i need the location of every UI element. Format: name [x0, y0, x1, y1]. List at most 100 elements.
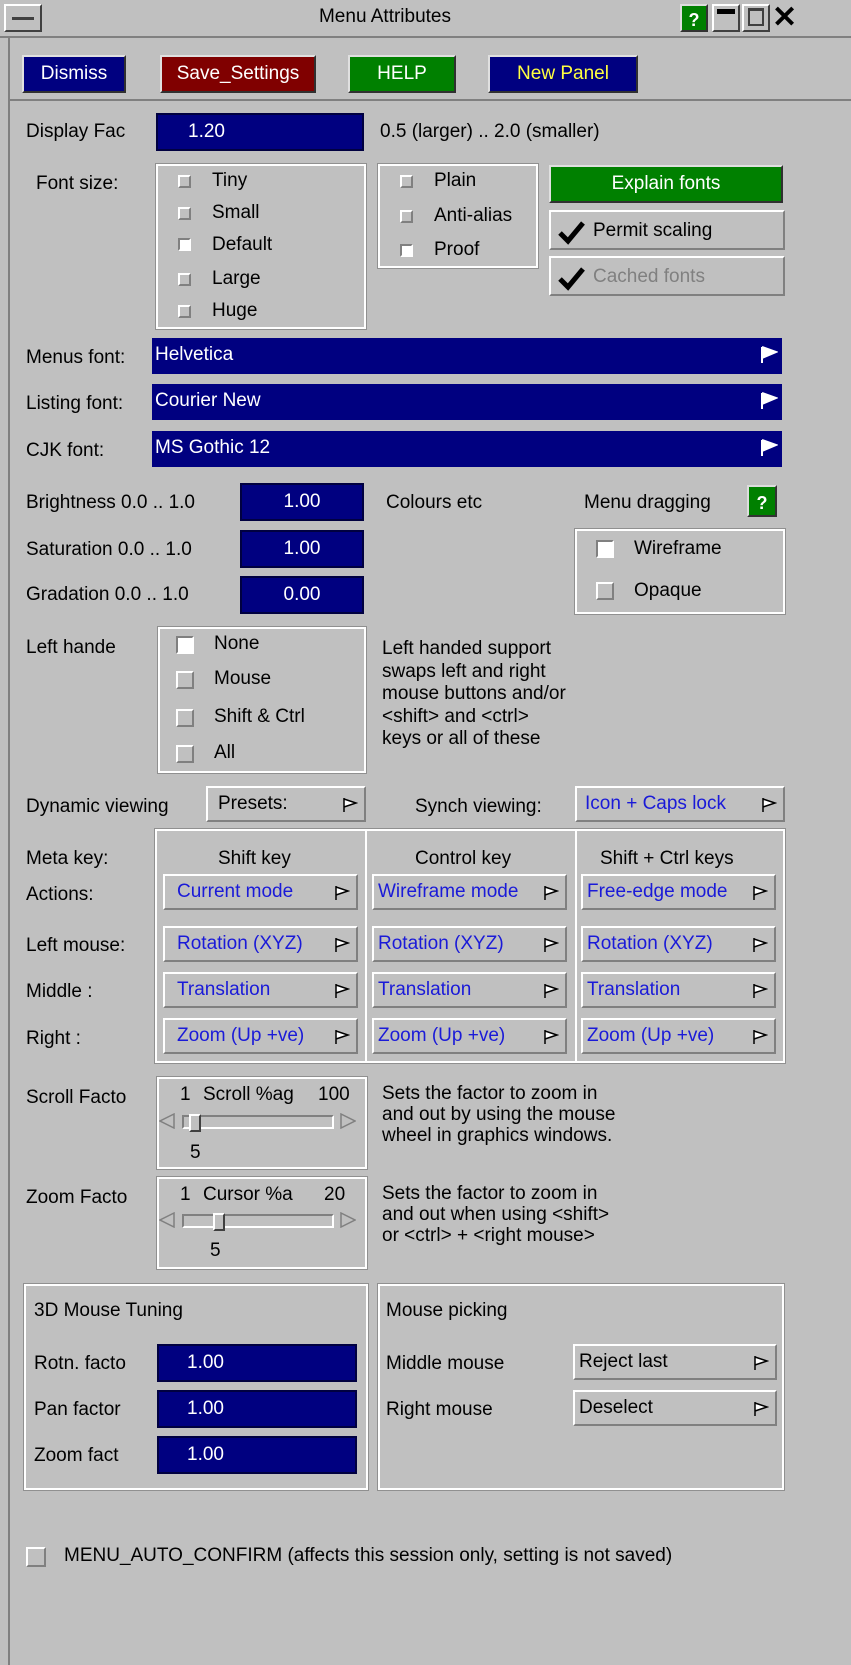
plain-checkbox[interactable]	[400, 175, 413, 188]
column-header-shift: Shift key	[218, 848, 291, 869]
meta-action-selector[interactable]: Translation	[581, 972, 776, 1008]
rotation-factor-label: Rotn. facto	[34, 1353, 126, 1374]
cjk-font-selector[interactable]: MS Gothic 12	[152, 431, 782, 467]
flag-arrow-icon	[753, 984, 768, 998]
anti-alias-checkbox[interactable]	[400, 210, 413, 223]
cached-fonts-label: Cached fonts	[593, 266, 705, 287]
minimize-button[interactable]	[712, 4, 740, 32]
left-mouse-checkbox[interactable]	[176, 671, 194, 689]
close-button[interactable]: ✕	[772, 3, 802, 33]
render-option: Plain	[434, 170, 477, 191]
saturation-input[interactable]: 1.00	[240, 530, 364, 568]
brightness-label: Brightness 0.0 .. 1.0	[26, 492, 195, 513]
brightness-input[interactable]: 1.00	[240, 483, 364, 521]
wireframe-checkbox[interactable]	[596, 540, 614, 558]
meta-action-selector[interactable]: Zoom (Up +ve)	[163, 1018, 358, 1054]
pan-factor-input[interactable]: 1.00	[157, 1390, 357, 1428]
meta-action-selector[interactable]: Zoom (Up +ve)	[372, 1018, 567, 1054]
column-header-shift-ctrl: Shift + Ctrl keys	[600, 848, 734, 869]
font-size-option: Huge	[212, 300, 258, 321]
dismiss-button[interactable]: Dismiss	[22, 55, 126, 93]
slider-thumb[interactable]	[189, 1114, 201, 1132]
meta-action-selector[interactable]: Zoom (Up +ve)	[581, 1018, 776, 1054]
meta-action-selector[interactable]: Translation	[163, 972, 358, 1008]
font-size-default-checkbox[interactable]	[178, 238, 191, 251]
meta-action-selector[interactable]: Current mode	[163, 874, 358, 910]
font-size-option: Small	[212, 202, 260, 223]
colours-note: Colours etc	[386, 492, 483, 513]
right-mouse-selector[interactable]: Deselect	[573, 1390, 777, 1426]
left-all-checkbox[interactable]	[176, 745, 194, 763]
font-size-tiny-checkbox[interactable]	[178, 175, 191, 188]
scroll-factor-slider[interactable]	[182, 1114, 334, 1132]
font-size-huge-checkbox[interactable]	[178, 305, 191, 318]
column-header-control: Control key	[415, 848, 512, 869]
dynamic-viewing-value: Presets:	[218, 793, 288, 814]
slider-left-arrow-icon[interactable]	[159, 1113, 175, 1129]
meta-action-value: Translation	[587, 979, 681, 1000]
meta-action-selector[interactable]: Free-edge mode	[581, 874, 776, 910]
gradation-input[interactable]: 0.00	[240, 576, 364, 614]
middle-mouse-selector[interactable]: Reject last	[573, 1344, 777, 1380]
left-option: All	[214, 742, 236, 763]
explain-fonts-button[interactable]: Explain fonts	[549, 165, 783, 203]
dynamic-viewing-selector[interactable]: Presets:	[206, 786, 366, 822]
display-factor-hint: 0.5 (larger) .. 2.0 (smaller)	[380, 121, 600, 142]
flag-arrow-icon	[761, 392, 778, 409]
listing-font-selector[interactable]: Courier New	[152, 384, 782, 420]
meta-action-value: Zoom (Up +ve)	[587, 1025, 715, 1046]
left-none-checkbox[interactable]	[176, 636, 194, 654]
slider-right-arrow-icon[interactable]	[340, 1113, 356, 1129]
slider-right-arrow-icon[interactable]	[340, 1212, 356, 1228]
zoom-value: 5	[210, 1240, 221, 1261]
meta-action-selector[interactable]: Rotation (XYZ)	[372, 926, 567, 962]
display-factor-input[interactable]: 1.20	[156, 113, 364, 151]
meta-action-selector[interactable]: Translation	[372, 972, 567, 1008]
permit-scaling-label: Permit scaling	[593, 220, 713, 241]
flag-arrow-icon	[761, 346, 778, 363]
meta-action-value: Translation	[378, 979, 472, 1000]
font-size-large-checkbox[interactable]	[178, 273, 191, 286]
cached-fonts-checkbox[interactable]: Cached fonts	[549, 256, 785, 296]
meta-action-selector[interactable]: Rotation (XYZ)	[163, 926, 358, 962]
proof-checkbox[interactable]	[400, 244, 413, 257]
pan-factor-label: Pan factor	[34, 1399, 121, 1420]
permit-scaling-checkbox[interactable]: Permit scaling	[549, 210, 785, 250]
rotation-factor-input[interactable]: 1.00	[157, 1344, 357, 1382]
menus-font-selector[interactable]: Helvetica	[152, 338, 782, 374]
meta-action-value: Zoom (Up +ve)	[378, 1025, 506, 1046]
opaque-checkbox[interactable]	[596, 582, 614, 600]
title-bar[interactable]: Menu Attributes ? ✕	[0, 0, 851, 38]
zoom-factor-3d-input[interactable]: 1.00	[157, 1436, 357, 1474]
zoom-factor-slider[interactable]	[182, 1213, 334, 1231]
left-handed-label: Left hande	[26, 637, 116, 658]
save-settings-button[interactable]: Save_Settings	[160, 55, 316, 93]
scroll-value: 5	[190, 1142, 201, 1163]
flag-arrow-icon	[335, 886, 350, 900]
saturation-label: Saturation 0.0 .. 1.0	[26, 539, 192, 560]
slider-thumb[interactable]	[213, 1213, 225, 1231]
slider-left-arrow-icon[interactable]	[159, 1212, 175, 1228]
font-size-small-checkbox[interactable]	[178, 207, 191, 220]
meta-action-selector[interactable]: Rotation (XYZ)	[581, 926, 776, 962]
minimize-icon	[717, 9, 735, 14]
new-panel-button[interactable]: New Panel	[488, 55, 638, 93]
font-size-option: Large	[212, 268, 261, 289]
meta-action-selector[interactable]: Wireframe mode	[372, 874, 567, 910]
synch-viewing-selector[interactable]: Icon + Caps lock	[575, 786, 785, 822]
help-icon[interactable]: ?	[680, 4, 708, 32]
flag-arrow-icon	[544, 938, 559, 952]
scroll-slider-title: Scroll %ag	[203, 1084, 294, 1105]
auto-confirm-checkbox[interactable]	[26, 1547, 46, 1567]
mouse-picking-title: Mouse picking	[386, 1300, 508, 1321]
cjk-font-value: MS Gothic 12	[155, 437, 271, 458]
menu-dragging-help-icon[interactable]: ?	[747, 485, 777, 517]
left-shift-ctrl-checkbox[interactable]	[176, 709, 194, 727]
left-option: Mouse	[214, 668, 272, 689]
help-button[interactable]: HELP	[348, 55, 456, 93]
meta-action-value: Rotation (XYZ)	[587, 933, 713, 954]
font-size-label: Font size:	[36, 173, 119, 194]
checkmark-icon	[558, 267, 585, 291]
flag-arrow-icon	[753, 886, 768, 900]
maximize-button[interactable]	[742, 4, 770, 32]
